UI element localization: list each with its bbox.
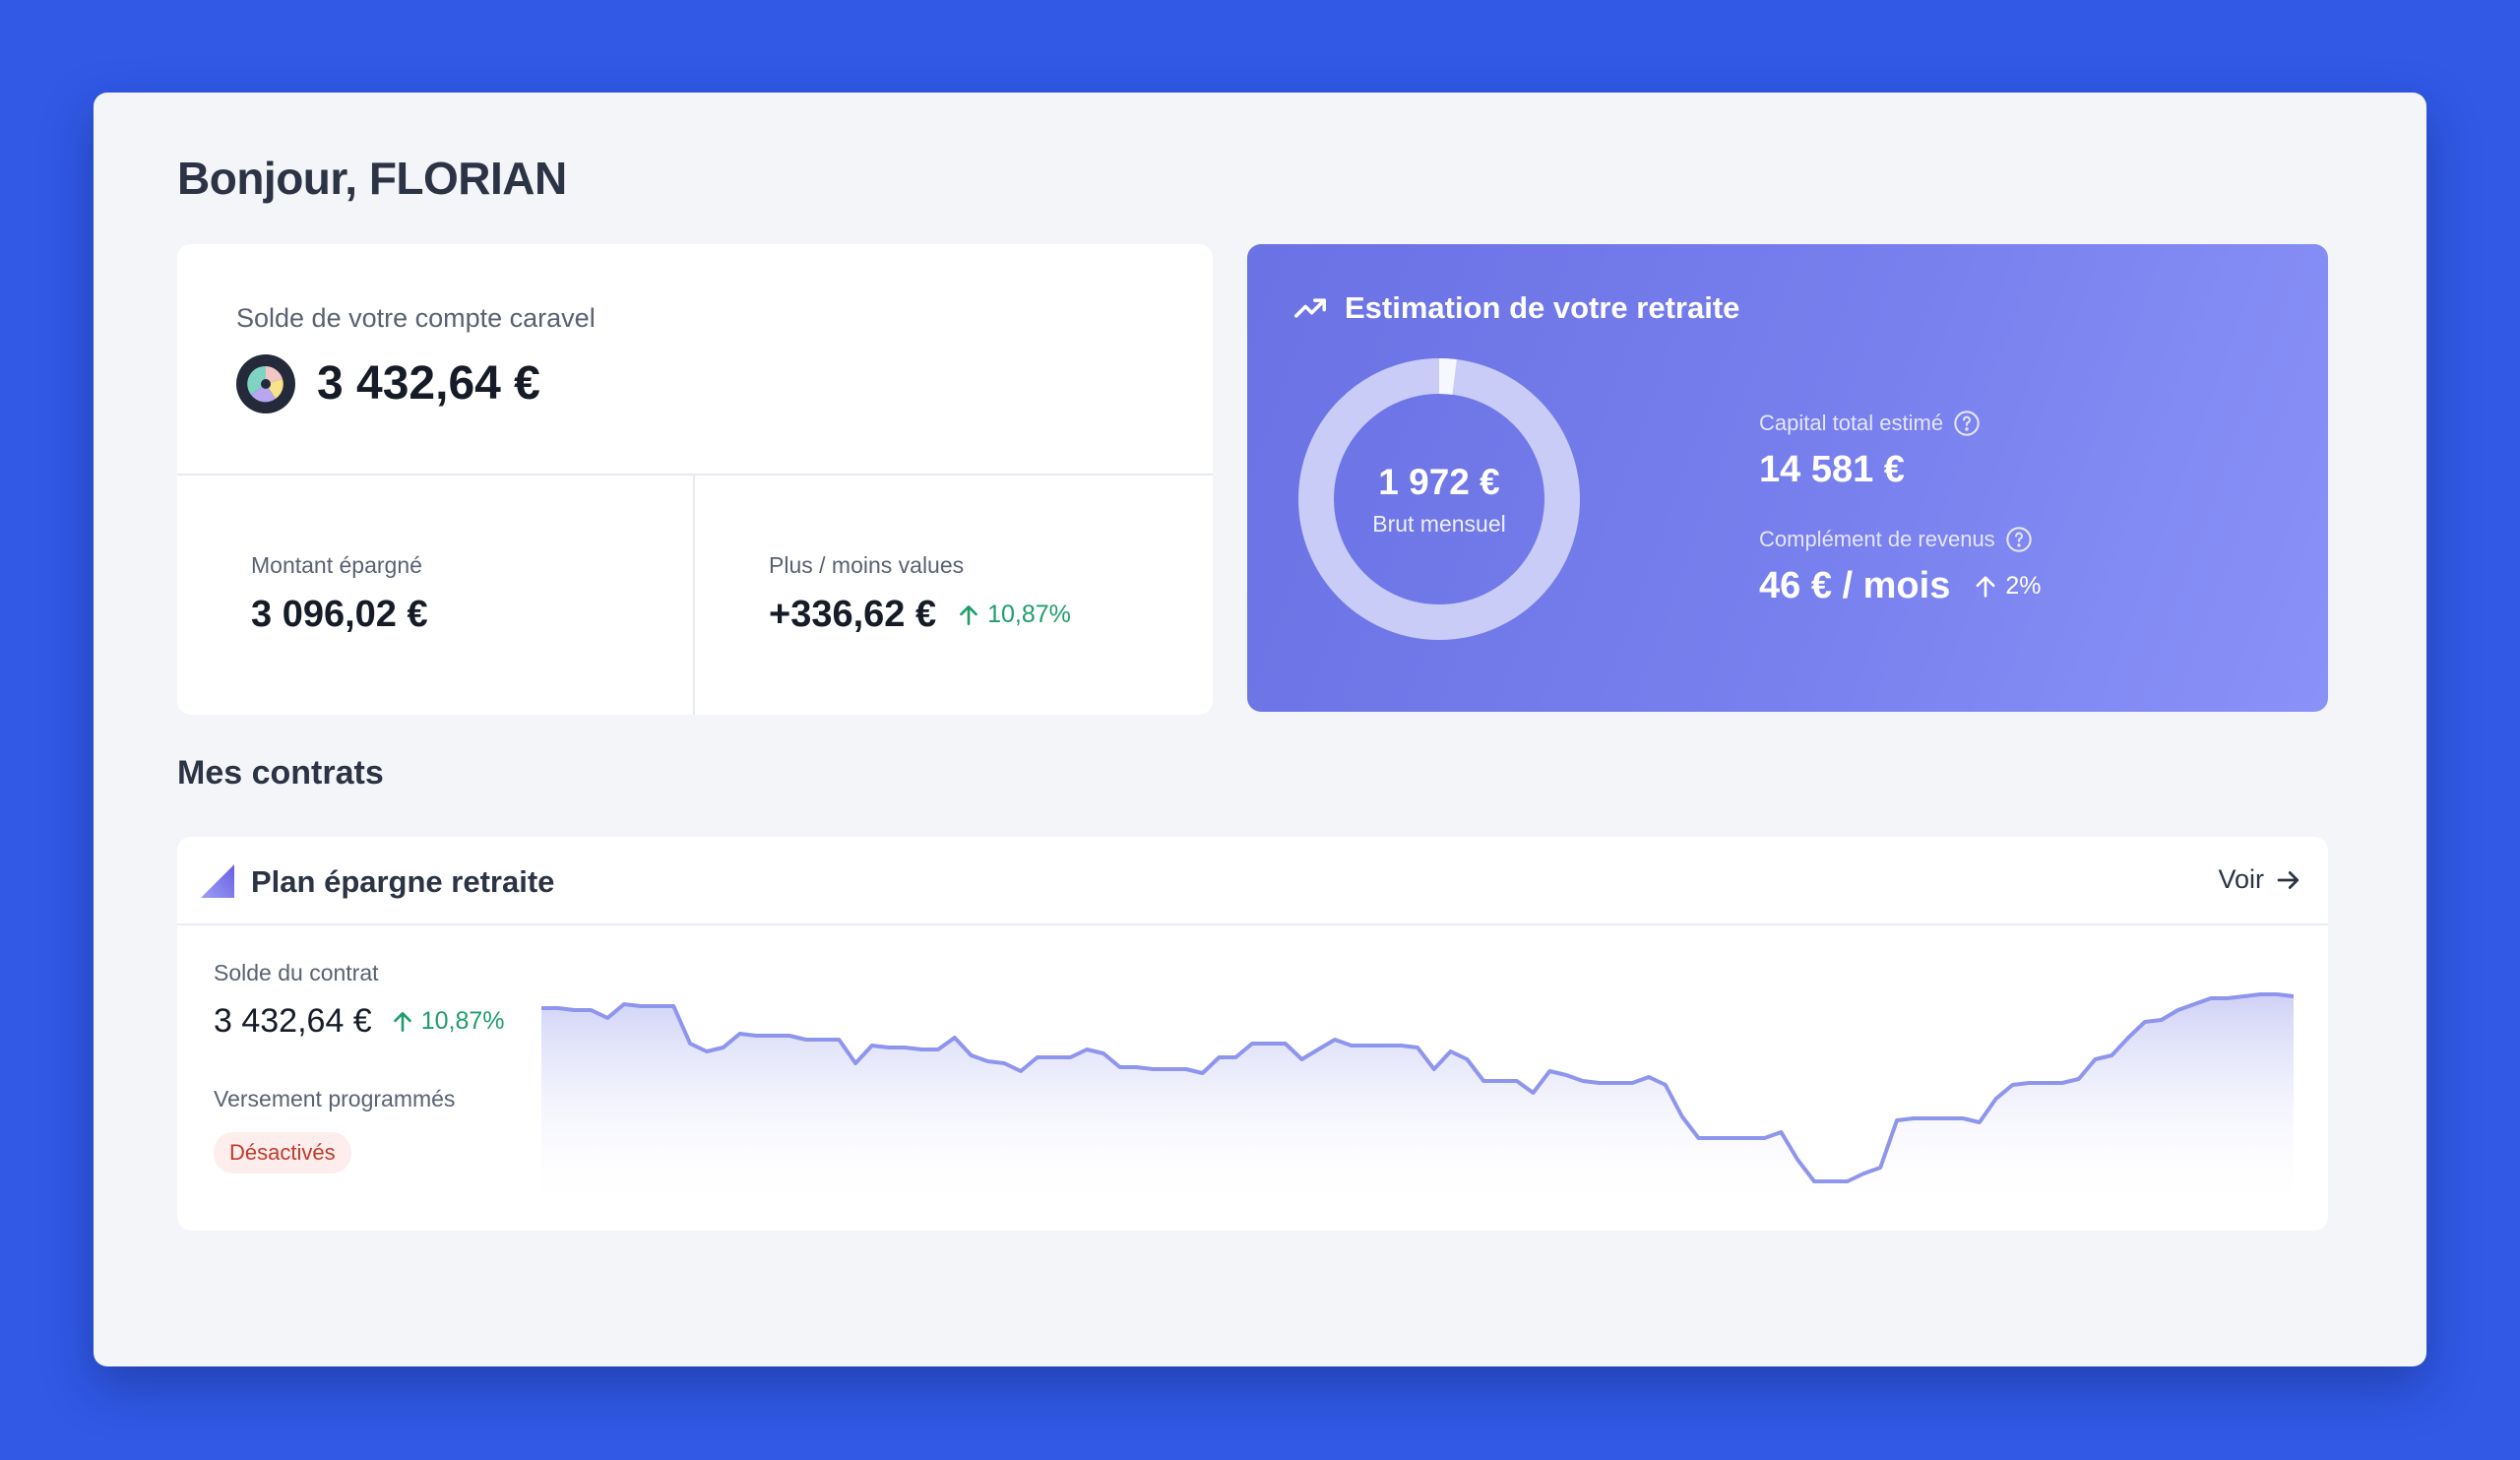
contracts-section-title: Mes contrats <box>177 754 384 792</box>
balance-card: Solde de votre compte caravel 3 432,64 €… <box>177 244 1213 715</box>
chart-area <box>541 994 2294 1211</box>
retirement-estimate-card[interactable]: Estimation de votre retraite 1 972 € Bru… <box>1247 244 2328 712</box>
status-badge: Désactivés <box>214 1132 351 1174</box>
arrow-up-icon <box>393 1011 411 1032</box>
saved-amount-number: 3 096,02 € <box>251 594 428 635</box>
view-contract-label: Voir <box>2218 864 2264 894</box>
gains-value: +336,62 € 10,87% <box>769 594 1071 636</box>
income-trend: 2% <box>1972 572 2041 601</box>
monthly-gross-value: 1 972 € <box>1378 461 1500 502</box>
saved-amount-cell: Montant épargné 3 096,02 € <box>177 476 695 715</box>
app-window: Bonjour, FLORIAN Solde de votre compte c… <box>94 93 2426 1366</box>
contract-balance: 3 432,64 € 10,87% <box>214 1002 505 1041</box>
caravel-logo-icon <box>236 354 295 413</box>
saved-amount-value: 3 096,02 € <box>251 594 428 636</box>
capital-value: 14 581 € <box>1759 449 1905 490</box>
scheduled-payments-label: Versement programmés <box>214 1086 456 1111</box>
trending-up-icon <box>1294 298 1326 318</box>
contract-balance-trend-value: 10,87% <box>420 1007 505 1035</box>
income-value: 46 € / mois <box>1759 565 1951 606</box>
donut-center: 1 972 € Brut mensuel <box>1296 356 1582 642</box>
help-icon[interactable] <box>1953 410 1981 437</box>
contract-balance-trend: 10,87% <box>390 1007 505 1036</box>
income-label: Complément de revenus <box>1759 526 2033 553</box>
help-icon[interactable] <box>2005 526 2033 553</box>
retirement-title-text: Estimation de votre retraite <box>1345 290 1740 325</box>
saved-amount-label: Montant épargné <box>251 552 422 578</box>
gains-number: +336,62 € <box>769 594 937 635</box>
balance-summary: Solde de votre compte caravel 3 432,64 € <box>177 244 1213 476</box>
contract-balance-label: Solde du contrat <box>214 960 379 985</box>
gains-label: Plus / moins values <box>769 552 965 578</box>
contract-balance-value: 3 432,64 € <box>214 1002 372 1040</box>
income-trend-value: 2% <box>2005 572 2042 600</box>
monthly-gross-label: Brut mensuel <box>1372 510 1506 537</box>
income-value-row: 46 € / mois 2% <box>1759 565 2041 607</box>
page-title: Bonjour, FLORIAN <box>177 153 567 204</box>
contract-card[interactable]: Plan épargne retraite Voir Solde du cont… <box>177 837 2328 1231</box>
income-label-text: Complément de revenus <box>1759 527 1995 551</box>
balance-label: Solde de votre compte caravel <box>236 303 596 333</box>
contract-name: Plan épargne retraite <box>251 864 555 899</box>
arrow-right-icon <box>2277 870 2300 889</box>
contract-balance-chart <box>541 992 2294 1211</box>
retirement-title: Estimation de votre retraite <box>1292 289 1739 327</box>
balance-value: 3 432,64 € <box>317 357 540 410</box>
gains-cell: Plus / moins values +336,62 € 10,87% <box>695 476 1213 715</box>
arrow-up-icon <box>960 604 977 625</box>
capital-label: Capital total estimé <box>1759 410 1981 437</box>
gains-trend-value: 10,87% <box>987 601 1071 628</box>
arrow-up-icon <box>1976 575 1995 598</box>
gains-trend: 10,87% <box>956 601 1071 629</box>
capital-label-text: Capital total estimé <box>1759 411 1944 435</box>
contract-header: Plan épargne retraite Voir <box>177 837 2328 925</box>
view-contract-button[interactable]: Voir <box>2218 864 2303 895</box>
triangle-icon <box>201 864 234 898</box>
